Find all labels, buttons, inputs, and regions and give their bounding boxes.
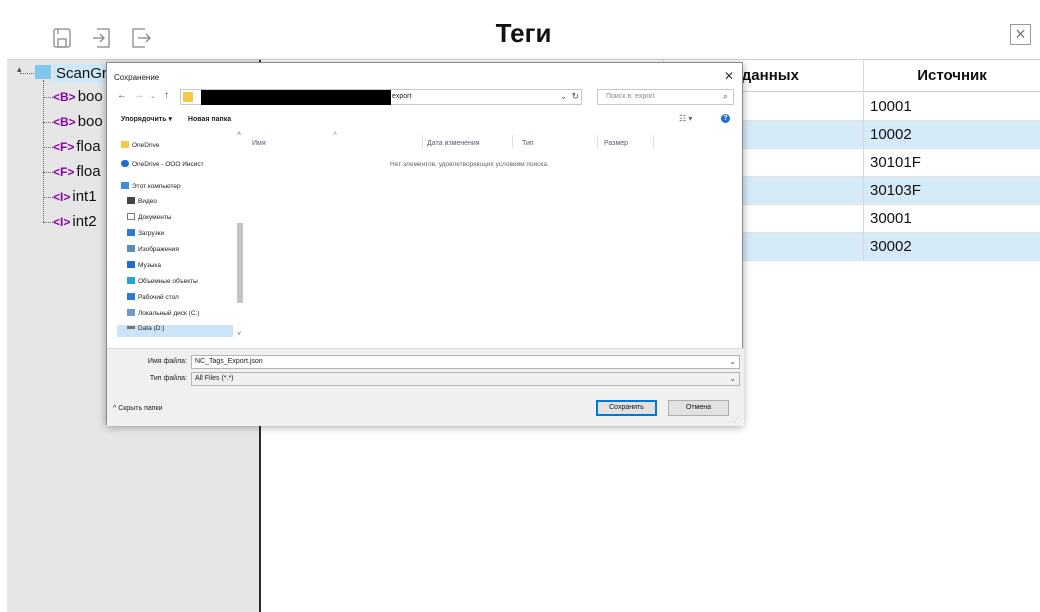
column-header-name[interactable]: Имя (252, 140, 266, 147)
sort-chevron-icon: ˄ (333, 131, 338, 138)
resize-grip-icon[interactable]: ⋰ (734, 416, 740, 423)
organize-button[interactable]: Упорядочить ▾ (121, 116, 172, 123)
close-icon[interactable]: × (1010, 24, 1031, 45)
nav-item-onedrive[interactable]: OneDrive (121, 141, 159, 149)
tree-item[interactable]: <F> floa (53, 138, 101, 155)
search-icon: ⌕ (722, 91, 728, 101)
source-cell[interactable]: 30001 (863, 205, 1040, 233)
cancel-button[interactable]: Отмена (668, 400, 729, 416)
help-icon[interactable]: ? (721, 114, 730, 123)
folder-icon (183, 92, 193, 102)
dialog-title: Сохранение (114, 73, 160, 82)
video-icon (127, 197, 135, 204)
forward-icon[interactable]: → (134, 90, 144, 101)
save-dialog: Сохранение ✕ ← → ⌄ ↑ export ⌄ ↻ Поиск в:… (106, 62, 744, 426)
chevron-down-icon[interactable]: ⌄ (729, 357, 736, 366)
back-icon[interactable]: ← (117, 90, 127, 101)
downloads-icon (127, 229, 135, 236)
chevron-down-icon[interactable]: ⌄ (729, 374, 736, 383)
nav-item-this-pc[interactable]: Этот компьютер (121, 182, 181, 190)
source-cell[interactable]: 30103F (863, 177, 1040, 205)
up-icon[interactable]: ↑ (164, 90, 169, 101)
column-header-size[interactable]: Размер (604, 140, 628, 147)
scroll-up-icon[interactable]: ˄ (237, 131, 241, 138)
source-cell[interactable]: 30101F (863, 149, 1040, 177)
filetype-select[interactable]: All Files (*.*) ⌄ (191, 372, 740, 386)
save-button[interactable]: Сохранить (596, 400, 657, 416)
address-bar[interactable]: export ⌄ ↻ (180, 89, 582, 105)
computer-icon (121, 182, 129, 189)
nav-item-drive-d[interactable]: Data (D:) (117, 325, 233, 337)
window-header: Теги × (7, 8, 1040, 60)
drive-icon (127, 326, 135, 329)
scrollbar[interactable] (237, 223, 243, 303)
music-icon (127, 261, 135, 268)
nav-item-music[interactable]: Музыка (127, 261, 161, 269)
redacted-path (201, 90, 391, 105)
tree-item[interactable]: <I> int2 (53, 213, 97, 230)
navigation-pane: OneDrive OneDrive - ООО Инсист Этот комп… (117, 131, 243, 341)
cloud-icon (121, 160, 129, 167)
column-header-type[interactable]: Тип (522, 140, 534, 147)
search-input[interactable]: Поиск в: export ⌕ (597, 89, 734, 105)
nav-item-3d-objects[interactable]: Объемные объекты (127, 277, 198, 285)
close-icon[interactable]: ✕ (724, 69, 734, 83)
folder-icon (35, 65, 51, 79)
page-title: Теги (495, 18, 552, 48)
nav-item-downloads[interactable]: Загрузки (127, 229, 164, 237)
filename-field[interactable]: NC_Tags_Export.json ⌄ (191, 355, 740, 369)
source-cell[interactable]: 10001 (863, 93, 1040, 121)
source-cell[interactable]: 30002 (863, 233, 1040, 261)
column-header-source[interactable]: Источник (863, 60, 1040, 92)
column-header-date[interactable]: Дата изменения (427, 140, 480, 147)
command-bar: Упорядочить ▾ Новая папка (121, 115, 245, 123)
folder-icon (121, 141, 129, 148)
scroll-down-icon[interactable]: ˅ (237, 331, 241, 338)
drive-icon (127, 309, 135, 316)
empty-message: Нет элементов, удовлетворяющих условиям … (390, 161, 549, 168)
hide-folders-toggle[interactable]: ^ Скрыть папки (113, 405, 163, 412)
nav-item-video[interactable]: Видео (127, 197, 157, 205)
refresh-icon[interactable]: ↻ (571, 91, 579, 102)
tree-item[interactable]: <F> floa (53, 163, 101, 180)
nav-item-desktop[interactable]: Рабочий стол (127, 293, 179, 301)
address-text: export (392, 93, 412, 100)
tree-item[interactable]: <I> int1 (53, 188, 97, 205)
filetype-label: Тип файла: (149, 375, 187, 382)
filename-label: Имя файла: (147, 358, 187, 365)
nav-item-images[interactable]: Изображения (127, 245, 179, 253)
tree-item[interactable]: <B> boo (53, 88, 103, 105)
nav-item-drive-c[interactable]: Локальный диск (C:) (127, 309, 200, 317)
chevron-down-icon[interactable]: ⌄ (560, 92, 567, 101)
images-icon (127, 245, 135, 252)
documents-icon (127, 213, 135, 220)
nav-item-documents[interactable]: Документы (127, 213, 172, 221)
new-folder-button[interactable]: Новая папка (188, 116, 231, 123)
source-cell[interactable]: 10002 (863, 121, 1040, 149)
tree-root-label[interactable]: ScanGr (53, 64, 110, 83)
chevron-down-icon[interactable]: ⌄ (150, 92, 156, 100)
tree-item[interactable]: <B> boo (53, 113, 103, 130)
3d-objects-icon (127, 277, 135, 284)
view-options-icon[interactable]: ☷ ▾ (679, 114, 692, 123)
desktop-icon (127, 293, 135, 300)
nav-item-onedrive-org[interactable]: OneDrive - ООО Инсист (121, 160, 204, 168)
